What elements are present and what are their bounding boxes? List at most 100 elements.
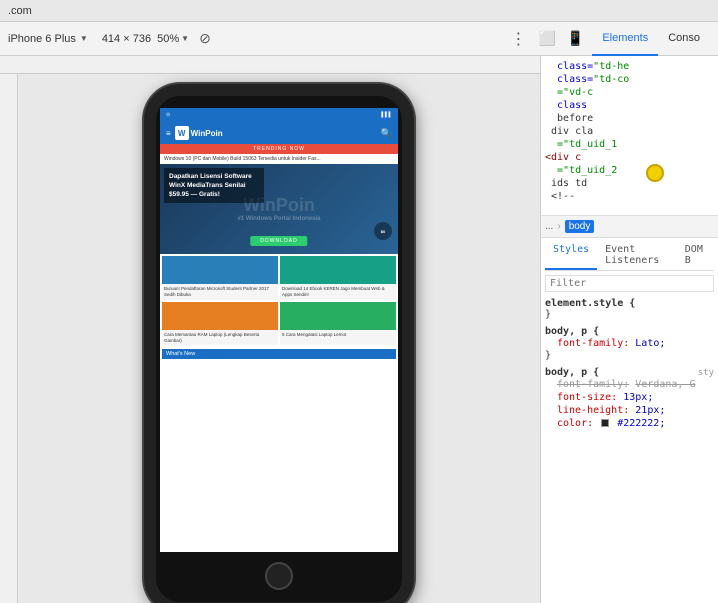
rotate-icon: ⊘	[199, 30, 211, 47]
inspect-element-button[interactable]: ⬜	[536, 28, 558, 50]
style-brace: }	[545, 309, 714, 320]
more-options-button[interactable]: ⋮	[506, 27, 530, 51]
style-selector-row: body, p { sty	[545, 367, 714, 378]
rotate-button[interactable]: ⊘	[195, 29, 215, 49]
url-display: .com	[8, 5, 32, 17]
hamburger-icon: ≡	[166, 129, 171, 138]
breadcrumb-bar: ... › body	[541, 216, 718, 238]
news-card-text-1: Buruan! Pendaftaran Microsoft Student Pa…	[162, 284, 278, 300]
html-line: ids td	[545, 177, 714, 190]
style-selector-3: body, p {	[545, 367, 599, 378]
phone-frame: ⊙ ▌▌▌ ≡ W WinPoin	[144, 84, 414, 603]
news-card-text-3: Cara Memantau RAM Laptop (Lengkap Besert…	[162, 330, 278, 346]
phone-home-button[interactable]	[265, 562, 293, 590]
style-rule-element: element.style { }	[545, 298, 714, 320]
winpoin-logo-text: WinPoin	[191, 129, 223, 138]
color-swatch	[601, 419, 609, 427]
device-selector[interactable]: iPhone 6 Plus ▼	[8, 33, 88, 45]
device-name: iPhone 6 Plus	[8, 33, 76, 45]
ruler-horizontal	[0, 56, 540, 74]
ruler-vertical	[0, 74, 18, 603]
device-chevron-icon: ▼	[80, 34, 88, 43]
winpoin-logo-icon: W	[175, 126, 189, 140]
news-card-2: Download 14 Ebook KEREN Jago Membuat Web…	[280, 256, 396, 300]
device-mode-button[interactable]: 📱	[564, 28, 586, 50]
download-button[interactable]: DOWNLOAD	[250, 236, 307, 246]
tab-console[interactable]: Conso	[658, 22, 710, 56]
price-badge: $0	[374, 222, 392, 240]
phone-screen: ⊙ ▌▌▌ ≡ W WinPoin	[160, 108, 398, 552]
hero-promo-box: Dapatkan Lisensi Software WinX MediaTran…	[164, 168, 264, 203]
devtools-tabs: Elements Conso	[592, 22, 710, 56]
breadcrumb-body[interactable]: body	[565, 220, 595, 233]
style-property-font-size: font-size: 13px;	[545, 391, 714, 404]
dots-icon: ⋮	[510, 31, 526, 48]
tab-event-listeners[interactable]: Event Listeners	[597, 242, 677, 270]
trending-label: TRENDING NOW	[253, 146, 305, 152]
zoom-chevron-icon: ▼	[181, 34, 189, 43]
phone-status-icons: ⊙	[166, 112, 170, 118]
news-grid: Buruan! Pendaftaran Microsoft Student Pa…	[160, 254, 398, 347]
news-card-3: Cara Memantau RAM Laptop (Lengkap Besert…	[162, 302, 278, 346]
hero-promo-title: Dapatkan Lisensi Software WinX MediaTran…	[169, 172, 259, 199]
devtools-toolbar: iPhone 6 Plus ▼ 414 × 736 50% ▼ ⊘ ⋮ ⬜ 📱 …	[0, 22, 718, 56]
winpoin-logo: W WinPoin	[175, 126, 223, 140]
zoom-selector[interactable]: 50% ▼	[157, 33, 189, 45]
trending-text: Windows 10 (PC dan Mobile) Build 15063 T…	[160, 154, 398, 164]
phone-content: ⊙ ▌▌▌ ≡ W WinPoin	[160, 108, 398, 552]
phone-status-bar: ⊙ ▌▌▌	[160, 108, 398, 122]
html-line: ="td_uid_1	[545, 138, 714, 151]
html-line: class	[545, 99, 714, 112]
styles-tabs: Styles Event Listeners DOM B	[545, 242, 714, 271]
styles-panel[interactable]: Styles Event Listeners DOM B element.sty…	[541, 238, 718, 603]
inspect-icon: ⬜	[539, 30, 556, 47]
html-line: before	[545, 112, 714, 125]
whats-new-bar: What's New	[162, 349, 396, 359]
news-card-4: 5 Cara Mengatasi Laptop Lemot	[280, 302, 396, 346]
filter-row	[545, 275, 714, 292]
tab-elements[interactable]: Elements	[592, 22, 658, 56]
tab-styles[interactable]: Styles	[545, 242, 597, 270]
phone-signal-icons: ▌▌▌	[381, 112, 392, 118]
html-line: class="td-co	[545, 73, 714, 86]
trending-bar: TRENDING NOW	[160, 144, 398, 154]
tab-dom-breakpoints[interactable]: DOM B	[677, 242, 714, 270]
html-line: class="td-he	[545, 60, 714, 73]
breadcrumb-dots[interactable]: ...	[545, 221, 553, 232]
news-card-img-1	[162, 256, 278, 284]
html-view: class="td-he class="td-co ="vd-c class b…	[541, 56, 718, 216]
dimension-display: 414 × 736	[102, 33, 151, 45]
preview-area: ⊙ ▌▌▌ ≡ W WinPoin	[0, 56, 540, 603]
style-rule-body-p-1: body, p { font-family: Lato; }	[545, 326, 714, 361]
news-card-img-3	[162, 302, 278, 330]
html-line: ="vd-c	[545, 86, 714, 99]
news-card-text-4: 5 Cara Mengatasi Laptop Lemot	[280, 330, 396, 340]
news-card-text-2: Download 14 Ebook KEREN Jago Membuat Web…	[280, 284, 396, 300]
elements-panel: class="td-he class="td-co ="vd-c class b…	[541, 56, 718, 603]
browser-bar: .com	[0, 0, 718, 22]
search-icon: 🔍	[381, 128, 392, 139]
html-line: <div c	[545, 151, 714, 164]
hero-section: WinPoin #1 Windows Portal Indonesia Dapa…	[160, 164, 398, 254]
style-brace-2: }	[545, 350, 714, 361]
style-selector-2: body, p {	[545, 326, 714, 337]
html-line: div cla	[545, 125, 714, 138]
style-property-font-family-2: font-family: Verdana, G	[545, 378, 714, 391]
winpoin-navbar: ≡ W WinPoin 🔍	[160, 122, 398, 144]
news-card-img-4	[280, 302, 396, 330]
devtools-panel: class="td-he class="td-co ="vd-c class b…	[540, 56, 718, 603]
style-property-color: color: #222222;	[545, 417, 714, 430]
phone-container: ⊙ ▌▌▌ ≡ W WinPoin	[144, 84, 414, 603]
style-rule-body-p-2: body, p { sty font-family: Verdana, G fo…	[545, 367, 714, 430]
news-card-img-2	[280, 256, 396, 284]
main-area: ⊙ ▌▌▌ ≡ W WinPoin	[0, 56, 718, 603]
device-mode-icon: 📱	[567, 30, 584, 47]
zoom-value: 50%	[157, 33, 179, 45]
news-card-1: Buruan! Pendaftaran Microsoft Student Pa…	[162, 256, 278, 300]
filter-input[interactable]	[545, 275, 714, 292]
style-origin: sty	[698, 368, 714, 378]
style-selector: element.style {	[545, 298, 714, 309]
style-property-font-family-1: font-family: Lato;	[545, 337, 714, 350]
style-property-line-height: line-height: 21px;	[545, 404, 714, 417]
html-line: ="td_uid_2	[545, 164, 714, 177]
